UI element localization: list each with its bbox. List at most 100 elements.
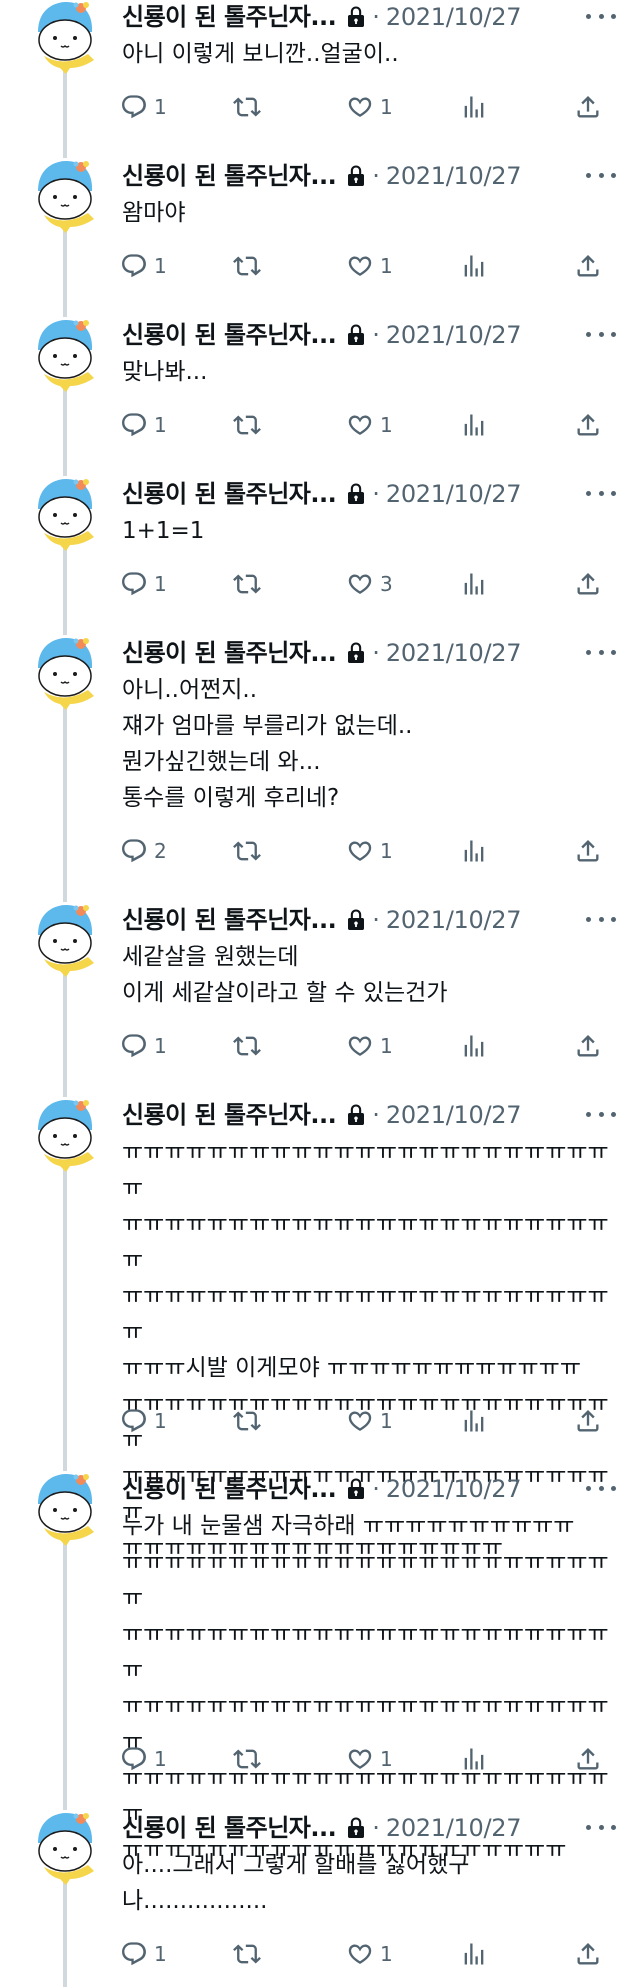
reply-button[interactable]: 1 bbox=[120, 251, 167, 281]
avatar[interactable] bbox=[30, 475, 100, 551]
tweet-date[interactable]: 2021/10/27 bbox=[386, 0, 522, 34]
retweet-button[interactable] bbox=[233, 410, 261, 440]
more-icon[interactable] bbox=[586, 324, 616, 344]
retweet-button[interactable] bbox=[233, 1744, 261, 1774]
lock-icon bbox=[346, 164, 366, 188]
views-icon bbox=[460, 837, 488, 865]
author-display-name[interactable]: 신룡이 된 톨주닌자... bbox=[122, 159, 337, 193]
heart-button[interactable]: 1 bbox=[346, 1031, 393, 1061]
views-button[interactable] bbox=[460, 1406, 488, 1436]
tweet-date[interactable]: 2021/10/27 bbox=[386, 636, 522, 670]
separator-dot: · bbox=[372, 480, 380, 508]
tweet-date[interactable]: 2021/10/27 bbox=[386, 1472, 522, 1506]
share-button[interactable] bbox=[574, 1744, 602, 1774]
retweet-button[interactable] bbox=[233, 836, 261, 866]
retweet-icon bbox=[233, 837, 261, 865]
reply-button[interactable]: 1 bbox=[120, 569, 167, 599]
retweet-button[interactable] bbox=[233, 251, 261, 281]
share-button[interactable] bbox=[574, 410, 602, 440]
reply-button[interactable]: 1 bbox=[120, 1939, 167, 1969]
tweet-date[interactable]: 2021/10/27 bbox=[386, 1811, 522, 1845]
share-icon bbox=[574, 1940, 602, 1968]
reply-button[interactable]: 2 bbox=[120, 836, 167, 866]
share-button[interactable] bbox=[574, 92, 602, 122]
avatar[interactable] bbox=[30, 1096, 100, 1172]
share-button[interactable] bbox=[574, 836, 602, 866]
heart-button[interactable]: 1 bbox=[346, 251, 393, 281]
tweet-header: 신룡이 된 톨주닌자... · 2021/10/27 bbox=[122, 477, 616, 511]
views-button[interactable] bbox=[460, 1744, 488, 1774]
tweet-text: 세같살을 원했는데 이게 세같살이라고 할 수 있는건가 bbox=[122, 944, 448, 1006]
like-count: 1 bbox=[380, 1747, 393, 1771]
heart-button[interactable]: 1 bbox=[346, 1744, 393, 1774]
avatar[interactable] bbox=[30, 157, 100, 233]
tweet-date[interactable]: 2021/10/27 bbox=[386, 318, 522, 352]
reply-icon bbox=[120, 411, 148, 439]
share-button[interactable] bbox=[574, 251, 602, 281]
more-icon[interactable] bbox=[586, 483, 616, 503]
views-button[interactable] bbox=[460, 92, 488, 122]
share-button[interactable] bbox=[574, 1031, 602, 1061]
views-button[interactable] bbox=[460, 836, 488, 866]
avatar[interactable] bbox=[30, 0, 100, 74]
heart-button[interactable]: 1 bbox=[346, 1406, 393, 1436]
tweet-date[interactable]: 2021/10/27 bbox=[386, 159, 522, 193]
more-icon[interactable] bbox=[586, 909, 616, 929]
author-display-name[interactable]: 신룡이 된 톨주닌자... bbox=[122, 1472, 337, 1506]
heart-button[interactable]: 1 bbox=[346, 410, 393, 440]
reply-button[interactable]: 1 bbox=[120, 1031, 167, 1061]
lock-icon bbox=[346, 323, 366, 347]
author-display-name[interactable]: 신룡이 된 톨주닌자... bbox=[122, 1811, 337, 1845]
views-button[interactable] bbox=[460, 1939, 488, 1969]
more-icon[interactable] bbox=[586, 165, 616, 185]
share-button[interactable] bbox=[574, 569, 602, 599]
retweet-button[interactable] bbox=[233, 1939, 261, 1969]
more-icon[interactable] bbox=[586, 1478, 616, 1498]
more-icon[interactable] bbox=[586, 1817, 616, 1837]
views-button[interactable] bbox=[460, 569, 488, 599]
retweet-button[interactable] bbox=[233, 569, 261, 599]
tweet-date[interactable]: 2021/10/27 bbox=[386, 903, 522, 937]
heart-icon bbox=[346, 252, 374, 280]
more-icon[interactable] bbox=[586, 1104, 616, 1124]
avatar[interactable] bbox=[30, 634, 100, 710]
more-icon[interactable] bbox=[586, 6, 616, 26]
like-count: 1 bbox=[380, 1409, 393, 1433]
heart-button[interactable]: 3 bbox=[346, 569, 393, 599]
reply-button[interactable]: 1 bbox=[120, 1744, 167, 1774]
reply-button[interactable]: 1 bbox=[120, 1406, 167, 1436]
avatar[interactable] bbox=[30, 316, 100, 392]
views-button[interactable] bbox=[460, 1031, 488, 1061]
share-button[interactable] bbox=[574, 1406, 602, 1436]
tweet-date[interactable]: 2021/10/27 bbox=[386, 477, 522, 511]
author-display-name[interactable]: 신룡이 된 톨주닌자... bbox=[122, 1098, 337, 1132]
heart-icon bbox=[346, 837, 374, 865]
views-button[interactable] bbox=[460, 410, 488, 440]
reply-button[interactable]: 1 bbox=[120, 92, 167, 122]
author-display-name[interactable]: 신룡이 된 톨주닌자... bbox=[122, 477, 337, 511]
share-button[interactable] bbox=[574, 1939, 602, 1969]
heart-button[interactable]: 1 bbox=[346, 836, 393, 866]
retweet-button[interactable] bbox=[233, 1406, 261, 1436]
more-icon[interactable] bbox=[586, 642, 616, 662]
views-icon bbox=[460, 570, 488, 598]
reply-button[interactable]: 1 bbox=[120, 410, 167, 440]
heart-button[interactable]: 1 bbox=[346, 92, 393, 122]
tweet-date[interactable]: 2021/10/27 bbox=[386, 1098, 522, 1132]
tweet-actions: 11 bbox=[0, 251, 640, 281]
avatar[interactable] bbox=[30, 1809, 100, 1885]
author-display-name[interactable]: 신룡이 된 톨주닌자... bbox=[122, 0, 337, 34]
retweet-button[interactable] bbox=[233, 1031, 261, 1061]
author-display-name[interactable]: 신룡이 된 톨주닌자... bbox=[122, 903, 337, 937]
retweet-button[interactable] bbox=[233, 92, 261, 122]
retweet-icon bbox=[233, 1407, 261, 1435]
avatar[interactable] bbox=[30, 901, 100, 977]
like-count: 1 bbox=[380, 95, 393, 119]
tweet-content: 신룡이 된 톨주닌자... · 2021/10/27 1+1=1 bbox=[122, 477, 616, 549]
views-button[interactable] bbox=[460, 251, 488, 281]
heart-icon bbox=[346, 570, 374, 598]
heart-button[interactable]: 1 bbox=[346, 1939, 393, 1969]
author-display-name[interactable]: 신룡이 된 톨주닌자... bbox=[122, 318, 337, 352]
avatar[interactable] bbox=[30, 1470, 100, 1546]
author-display-name[interactable]: 신룡이 된 톨주닌자... bbox=[122, 636, 337, 670]
